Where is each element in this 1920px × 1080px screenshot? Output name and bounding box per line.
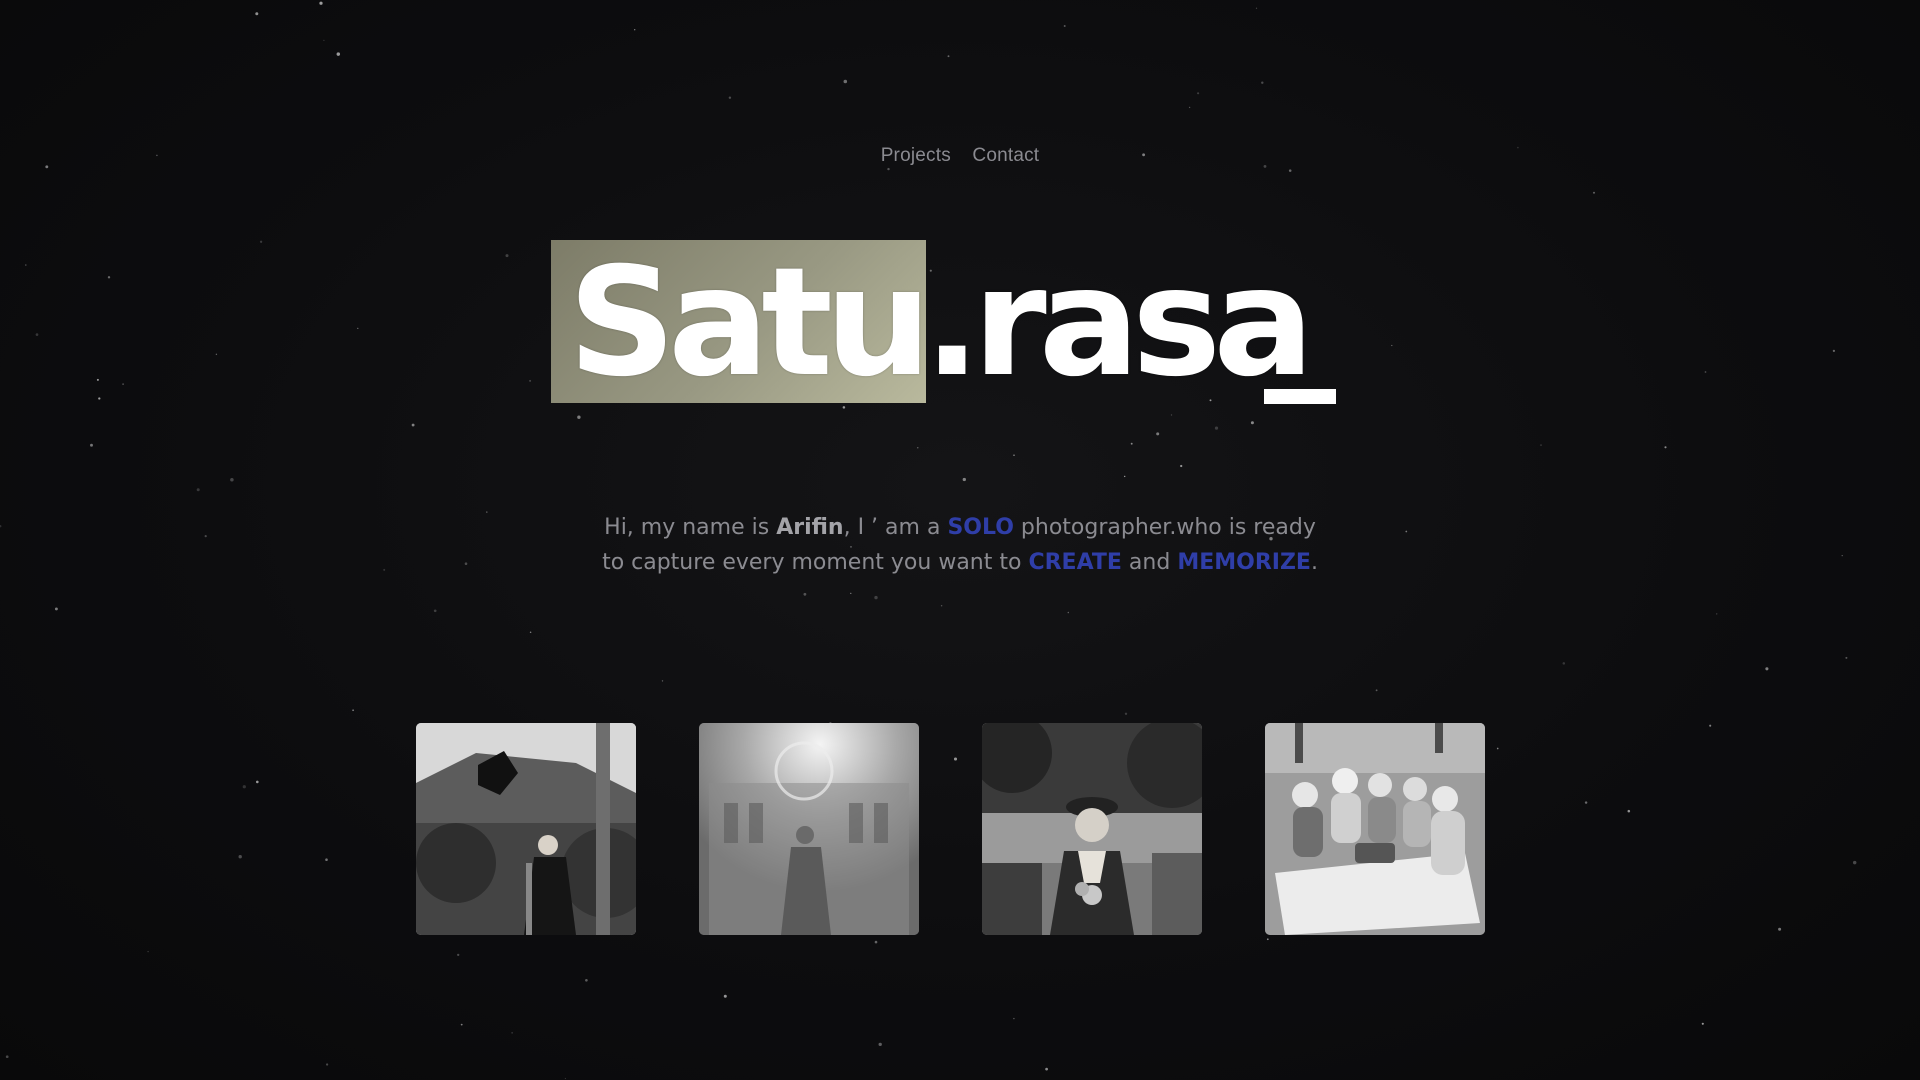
nav-link-projects[interactable]: Projects: [881, 145, 951, 166]
star-dot: [147, 950, 149, 953]
star-dot: [1778, 927, 1782, 931]
highlight-create: CREATE: [1028, 550, 1122, 575]
star-dot: [352, 709, 354, 712]
star-dot: [850, 592, 852, 595]
star-dot: [433, 609, 437, 613]
star-dot: [529, 631, 532, 633]
star-dot: [1845, 656, 1848, 659]
star-dot: [323, 39, 325, 42]
star-dot: [90, 443, 93, 447]
star-dot: [1156, 432, 1160, 436]
star-dot: [5, 1055, 9, 1059]
star-dot: [1266, 938, 1269, 941]
star-dot: [803, 592, 807, 596]
star-dot: [962, 477, 966, 482]
star-dot: [1124, 712, 1128, 715]
star-dot: [661, 680, 664, 682]
star-dot: [1627, 809, 1631, 813]
star-dot: [319, 1, 323, 5]
intro-paragraph: Hi, my name is Arifin, I ’ am a SOLO pho…: [602, 515, 1318, 575]
star-dot: [723, 994, 727, 998]
star-dot: [1584, 801, 1588, 804]
star-dot: [1540, 444, 1542, 446]
star-dot: [940, 604, 943, 607]
star-dot: [325, 1063, 329, 1066]
star-dot: [1288, 169, 1292, 172]
star-dot: [196, 488, 200, 492]
top-navigation: Projects Contact: [0, 145, 1920, 167]
star-dot: [1496, 747, 1499, 750]
star-dot: [947, 55, 950, 58]
star-dot: [325, 858, 328, 861]
star-dot: [874, 595, 878, 600]
star-dot: [728, 96, 732, 99]
star-dot: [1063, 25, 1066, 27]
star-dot: [564, 1077, 567, 1080]
photographer-name: Arifin: [776, 515, 844, 540]
star-dot: [238, 855, 242, 859]
star-dot: [54, 607, 58, 611]
star-dot: [1013, 1017, 1015, 1020]
star-dot: [1716, 613, 1718, 615]
star-dot: [585, 978, 588, 982]
gallery-photo-portrait[interactable]: [982, 723, 1202, 935]
star-dot: [1375, 689, 1378, 692]
star-dot: [1592, 191, 1596, 194]
star-dot: [255, 780, 259, 784]
star-dot: [1013, 454, 1015, 457]
star-dot: [1123, 475, 1126, 478]
site-logo: Satu.rasa: [0, 230, 1920, 430]
logo-text: Satu.rasa: [568, 236, 1314, 410]
star-dot: [1765, 667, 1769, 671]
star-dot: [1261, 81, 1264, 84]
star-dot: [1255, 7, 1258, 9]
star-dot: [1180, 464, 1183, 468]
star-dot: [887, 167, 890, 171]
star-dot: [460, 1023, 463, 1026]
star-dot: [1709, 724, 1712, 727]
gallery-photo-graduation[interactable]: [416, 723, 636, 935]
star-dot: [878, 1042, 882, 1047]
star-dot: [1562, 662, 1566, 665]
star-dot: [457, 953, 460, 957]
highlight-memorize: MEMORIZE: [1177, 550, 1311, 575]
star-dot: [1701, 1022, 1704, 1025]
star-dot: [242, 785, 246, 789]
gallery-photo-backlit[interactable]: [699, 723, 919, 935]
star-dot: [1045, 1067, 1048, 1071]
star-dot: [1130, 442, 1133, 445]
gallery-photo-picnic[interactable]: [1265, 723, 1485, 935]
star-dot: [255, 12, 259, 16]
star-dot: [843, 79, 848, 84]
logo-cursor-underscore: [1264, 389, 1336, 404]
nav-link-contact[interactable]: Contact: [972, 145, 1039, 166]
highlight-solo: SOLO: [947, 515, 1014, 540]
photo-gallery: [416, 723, 1485, 935]
star-dot: [511, 1032, 513, 1034]
star-dot: [336, 52, 341, 56]
star-dot: [1852, 860, 1857, 865]
star-dot: [917, 447, 919, 449]
star-dot: [1188, 106, 1191, 109]
star-dot: [634, 29, 636, 31]
star-dot: [874, 940, 878, 944]
star-dot: [1197, 92, 1200, 95]
star-dot: [230, 478, 234, 482]
star-dot: [1067, 611, 1070, 614]
star-dot: [1664, 446, 1667, 449]
